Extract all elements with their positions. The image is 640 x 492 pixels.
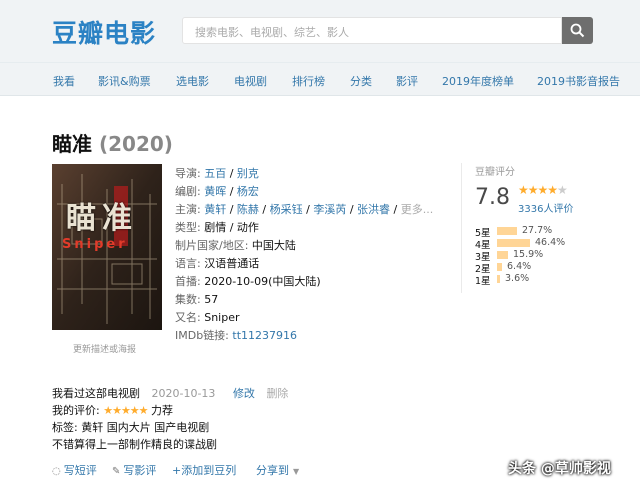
poster-subtitle: Sniper	[62, 237, 128, 252]
info-cast: 主演: 黄轩 / 陈赫 / 杨采钰 / 李溪芮 / 张洪睿 / 更多...	[175, 203, 434, 216]
tags-row: 标签: 黄轩 国内大片 国产电视剧	[52, 421, 210, 434]
site-header: 豆瓣电影 搜索电影、电视剧、综艺、影人	[0, 0, 640, 62]
rating-dist-label: 1星	[475, 276, 491, 287]
watched-date: 2020-10-13	[151, 387, 216, 400]
watched-text: 我看过这部电视剧	[52, 387, 140, 400]
nav-item-review[interactable]: 影评	[396, 73, 418, 89]
cast-link[interactable]: 黄轩	[204, 203, 226, 216]
cast-link[interactable]: 陈赫	[237, 203, 259, 216]
director-link[interactable]: 五百	[204, 167, 226, 180]
rating-dist-row: 3星 15.9%	[475, 249, 595, 263]
poster-image[interactable]: 瞄准 Sniper	[52, 164, 162, 330]
rating-dist-pct: 46.4%	[535, 237, 566, 248]
rating-dist-bar	[497, 239, 530, 247]
nav-item-report[interactable]: 2019书影音报告	[537, 73, 620, 89]
my-rating-star-icon: ★★★★★	[103, 404, 148, 417]
director-link[interactable]: 别克	[237, 167, 259, 180]
info-language: 语言: 汉语普通话	[175, 257, 260, 270]
star-icon: ★★★★★	[518, 183, 568, 197]
title-year: (2020)	[98, 132, 173, 156]
rating-dist-bar	[497, 275, 500, 283]
nav-item-tv[interactable]: 电视剧	[234, 73, 267, 89]
rating-panel: 豆瓣评分 7.8 ★★★★★ 3336人评价 5星 27.7% 4星 46.4% 3星 1…	[461, 163, 591, 293]
share-button[interactable]: 分享到 ▼	[256, 462, 299, 478]
poster-title: 瞄准	[66, 201, 138, 236]
my-rating-word: 力荐	[151, 404, 174, 417]
writer-link[interactable]: 杨宏	[237, 185, 259, 198]
poster-caption[interactable]: 更新描述或海报	[73, 342, 136, 355]
rating-stars: ★★★★★	[518, 183, 568, 197]
info-episodes: 集数: 57	[175, 293, 219, 306]
search-input[interactable]: 搜索电影、电视剧、综艺、影人	[182, 17, 562, 44]
watermark: 头条 @草帅影视	[508, 461, 611, 477]
rating-dist-pct: 3.6%	[505, 273, 530, 284]
nav-item-mine[interactable]: 我看	[53, 73, 75, 89]
rating-dist-row: 4星 46.4%	[475, 237, 595, 251]
rating-label: 豆瓣评分	[475, 167, 515, 178]
delete-link[interactable]: 删除	[266, 387, 288, 400]
nav-item-tickets[interactable]: 影讯&购票	[98, 73, 151, 89]
comment-icon: ◌	[52, 466, 61, 477]
main-nav: 我看 影讯&购票 选电影 电视剧 排行榜 分类 影评 2019年度榜单 2019…	[0, 62, 640, 96]
rating-distribution: 5星 27.7% 4星 46.4% 3星 15.9% 2星 6.4% 1星 3.6%	[475, 225, 595, 287]
page-title: 瞄准 (2020)	[52, 128, 173, 157]
write-review-button[interactable]: ✎ 写影评	[112, 462, 156, 478]
rating-dist-pct: 15.9%	[513, 249, 544, 260]
my-collection: 我看过这部电视剧 2020-10-13 修改 删除 我的评价: ★★★★★ 力荐…	[52, 385, 288, 453]
tags-value: 黄轩 国内大片 国产电视剧	[81, 421, 210, 434]
cast-more-link[interactable]: 更多...	[401, 203, 434, 216]
subject-info: 导演: 五百 / 别克 编剧: 黄晖 / 杨宏 主演: 黄轩 / 陈赫 / 杨采…	[175, 165, 435, 345]
rating-dist-pct: 6.4%	[507, 261, 532, 272]
edit-link[interactable]: 修改	[233, 387, 255, 400]
write-short-review-button[interactable]: ◌ 写短评	[52, 462, 97, 478]
nav-item-explore[interactable]: 选电影	[176, 73, 209, 89]
rating-score: 7.8	[475, 185, 510, 210]
info-director: 导演: 五百 / 别克	[175, 167, 259, 180]
rating-dist-pct: 27.7%	[522, 225, 553, 236]
rating-dist-row: 2星 6.4%	[475, 261, 595, 275]
info-premiere: 首播: 2020-10-09(中国大陆)	[175, 275, 321, 288]
cast-link[interactable]: 张洪睿	[357, 203, 390, 216]
imdb-link[interactable]: tt11237916	[232, 329, 297, 342]
nav-item-annual[interactable]: 2019年度榜单	[442, 73, 514, 89]
info-writer: 编剧: 黄晖 / 杨宏	[175, 185, 259, 198]
pencil-icon: ✎	[112, 466, 121, 477]
rating-dist-row: 1星 3.6%	[475, 273, 595, 287]
my-comment: 不错算得上一部制作精良的谍战剧	[52, 438, 217, 451]
comment-row: 不错算得上一部制作精良的谍战剧	[52, 436, 288, 453]
title-text: 瞄准	[52, 132, 92, 156]
chevron-down-icon: ▼	[293, 467, 300, 476]
my-rating-row: 我的评价: ★★★★★ 力荐	[52, 404, 174, 417]
cast-link[interactable]: 李溪芮	[313, 203, 346, 216]
rating-dist-bar	[497, 263, 502, 271]
rating-votes-link[interactable]: 3336人评价	[518, 200, 573, 215]
search-button[interactable]	[562, 17, 593, 44]
cast-link[interactable]: 杨采钰	[270, 203, 303, 216]
search-icon	[570, 23, 585, 38]
info-type: 类型: 剧情 / 动作	[175, 221, 259, 234]
site-logo[interactable]: 豆瓣电影	[52, 14, 156, 50]
watched-row: 我看过这部电视剧 2020-10-13 修改 删除	[52, 385, 288, 402]
info-imdb: IMDb链接: tt11237916	[175, 329, 298, 342]
nav-item-chart[interactable]: 排行榜	[292, 73, 325, 89]
add-to-list-button[interactable]: +添加到豆列	[172, 462, 236, 478]
rating-dist-row: 5星 27.7%	[475, 225, 595, 239]
nav-item-tag[interactable]: 分类	[350, 73, 372, 89]
writer-link[interactable]: 黄晖	[204, 185, 226, 198]
info-region: 制片国家/地区: 中国大陆	[175, 239, 296, 252]
info-aka: 又名: Sniper	[175, 311, 240, 324]
rating-dist-bar	[497, 227, 517, 235]
rating-dist-bar	[497, 251, 508, 259]
